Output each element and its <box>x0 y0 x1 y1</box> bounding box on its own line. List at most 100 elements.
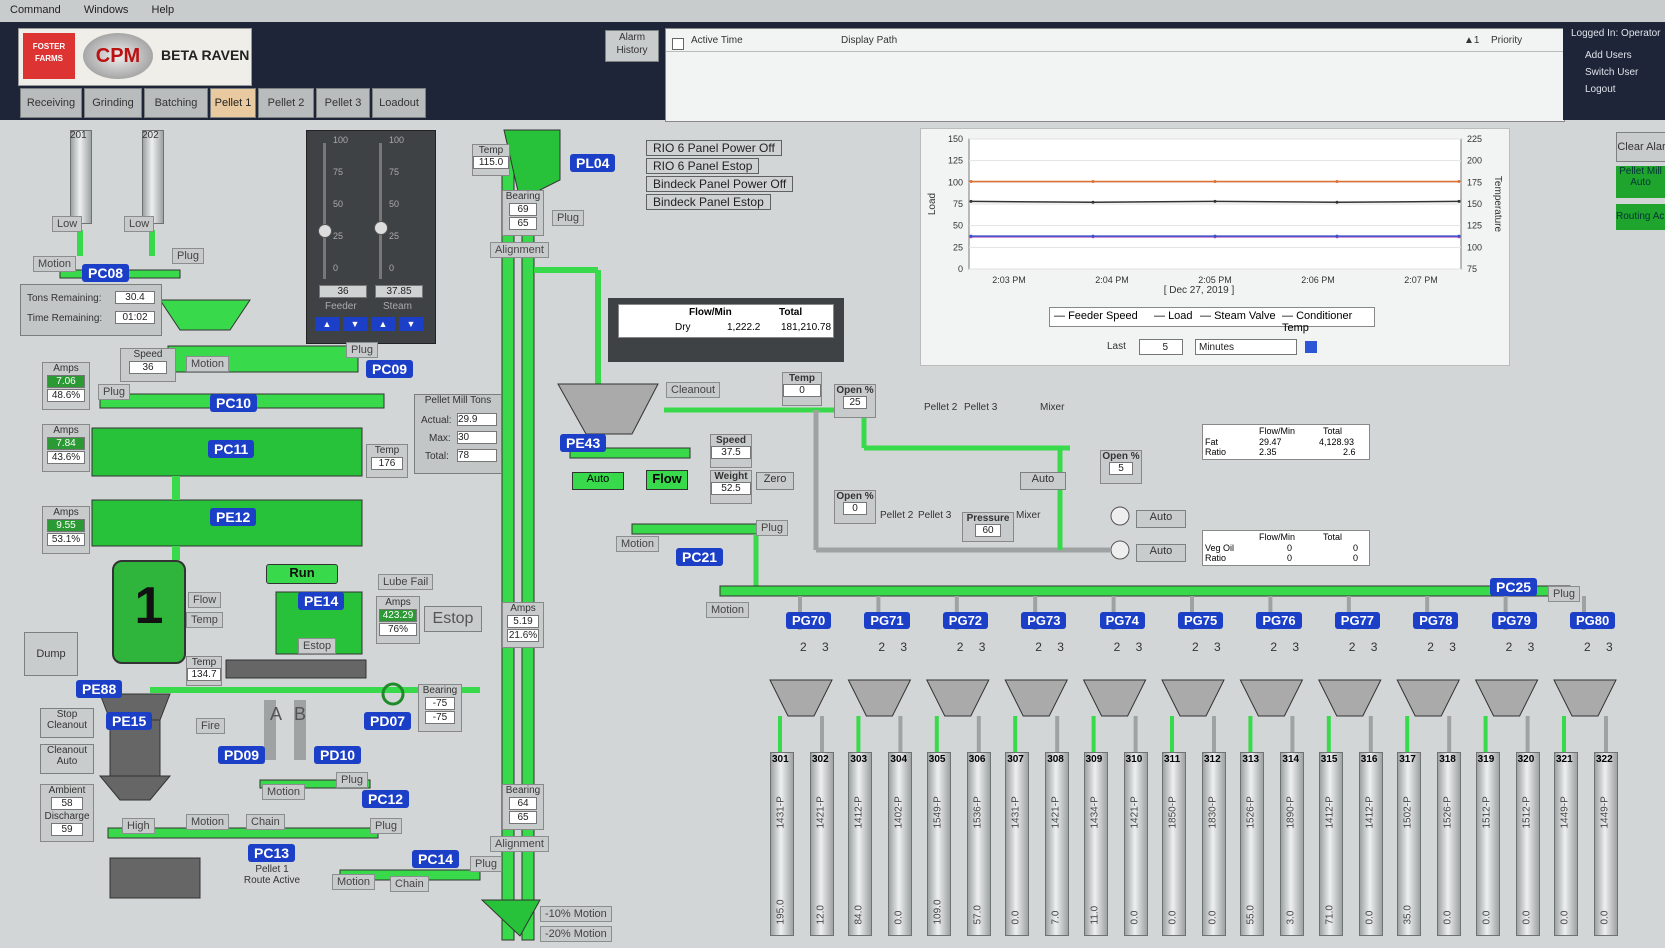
gate-3-label: 3 <box>978 640 986 654</box>
fat-col-flow: Flow/Min <box>1259 426 1296 436</box>
fat-flow-value: 29.47 <box>1259 437 1282 447</box>
dry-flow-col-total: Total <box>779 307 803 318</box>
elevator-temp-box: Temp 115.0 <box>472 144 510 176</box>
data-point <box>1335 234 1339 238</box>
silo-number: 321 <box>1556 754 1573 765</box>
feeder-slider-knob[interactable] <box>318 224 332 239</box>
gate-3-label: 3 <box>1449 640 1456 654</box>
bin-tag-pg73[interactable]: PG73 <box>1021 612 1067 629</box>
pc12-tag[interactable]: PC12 <box>362 790 410 808</box>
data-point <box>1091 200 1095 204</box>
bin-hopper-1 <box>847 679 912 717</box>
pd10-tag[interactable]: PD10 <box>314 746 362 764</box>
oil-pump2-auto-button[interactable]: Auto <box>1136 544 1186 562</box>
silo-product: 1526-P <box>1442 796 1454 829</box>
pc13-tag[interactable]: PC13 <box>248 844 296 862</box>
bin-tag-pg80[interactable]: PG80 <box>1570 612 1616 629</box>
pe14-tag[interactable]: PE14 <box>298 592 345 610</box>
fat-ratio-flow: 2.35 <box>1259 447 1277 457</box>
oil-pressure-box: Pressure 60 <box>962 512 1014 542</box>
bin-tag-pg71[interactable]: PG71 <box>864 612 910 629</box>
feeder-slider-track[interactable] <box>323 143 326 279</box>
y-left-tick: 0 <box>958 264 963 274</box>
pl04-tag[interactable]: PL04 <box>570 154 616 172</box>
silo-product: 1431-P <box>1010 796 1022 829</box>
steam-up-button[interactable]: ▲ <box>371 317 395 331</box>
pc10-tag[interactable]: PC10 <box>210 394 258 412</box>
pc11-tag[interactable]: PC11 <box>208 440 255 458</box>
tons-max-value: 30 <box>457 431 497 444</box>
silo-number: 320 <box>1517 754 1535 765</box>
steam-slider-track[interactable] <box>379 143 382 279</box>
silo-number: 316 <box>1360 754 1378 765</box>
pe12-amps-box: Amps 9.55 53.1% <box>42 506 90 554</box>
fat-auto-button[interactable]: Auto <box>1020 472 1066 490</box>
dry-flow-panel: Flow/Min Total Dry 1,222.2 181,210.78 <box>608 298 844 362</box>
stop-cleanout-button[interactable]: Stop Cleanout <box>40 708 94 738</box>
trend-units-select[interactable]: Minutes <box>1195 339 1297 355</box>
pd07-bearing-label: Bearing <box>422 685 458 696</box>
bin-tag-pg75[interactable]: PG75 <box>1178 612 1224 629</box>
cleanout-auto-button[interactable]: Cleanout Auto <box>40 744 94 774</box>
pc09-plug: Plug <box>346 342 379 358</box>
oil-pump1-auto-button[interactable]: Auto <box>1136 510 1186 528</box>
silo-product: 1412-P <box>1364 796 1376 829</box>
pe15-tag[interactable]: PE15 <box>106 712 153 730</box>
estop-button[interactable]: Estop <box>424 606 482 632</box>
pause-icon[interactable] <box>1305 341 1317 353</box>
pe43-tag[interactable]: PE43 <box>560 434 607 452</box>
data-point <box>1457 199 1461 203</box>
pe43-speed-value: 37.5 <box>711 446 751 459</box>
bin-tag-pg76[interactable]: PG76 <box>1256 612 1302 629</box>
ambient-label: Ambient <box>48 785 86 796</box>
pc14-plug: Plug <box>470 856 503 872</box>
pellet-mill-amps-box: Amps 423.29 76% <box>376 596 420 644</box>
trend-chart[interactable]: 1501251007550250225200175150125100752:03… <box>921 129 1509 365</box>
trend-last-input[interactable]: 5 <box>1139 339 1183 355</box>
pd07-tag[interactable]: PD07 <box>364 712 412 730</box>
pc11-temp-box: Temp 176 <box>366 444 408 478</box>
bin-202[interactable] <box>142 130 164 224</box>
oil-open-box: Open % 0 <box>834 490 876 524</box>
bin-tag-pg74[interactable]: PG74 <box>1099 612 1145 629</box>
bin-tag-pg77[interactable]: PG77 <box>1334 612 1381 629</box>
oil-pump-2-icon <box>1110 540 1130 560</box>
pc21-tag[interactable]: PC21 <box>676 548 724 566</box>
bin-tag-pg72[interactable]: PG72 <box>942 612 989 629</box>
dump-button[interactable]: Dump <box>24 632 78 676</box>
tons-total-label: Total: <box>425 451 449 462</box>
pellet-mill-body[interactable]: 1 <box>112 560 186 664</box>
pc09-tag[interactable]: PC09 <box>366 360 414 378</box>
steam-down-button[interactable]: ▼ <box>399 317 423 331</box>
tons-max-label: Max: <box>429 433 451 444</box>
steam-slider-knob[interactable] <box>374 221 388 236</box>
bin-tag-pg79[interactable]: PG79 <box>1491 612 1537 629</box>
gate-2-label: 2 <box>1270 640 1278 654</box>
feeder-down-button[interactable]: ▼ <box>343 317 367 331</box>
pe43-auto-button[interactable]: Auto <box>572 472 624 490</box>
time-remaining-label: Time Remaining: <box>27 313 103 324</box>
elevator-top-bearing-1: 69 <box>509 203 537 216</box>
bin-tag-pg70[interactable]: PG70 <box>786 612 832 629</box>
oil-pressure-value: 60 <box>975 524 1001 537</box>
feeder-up-button[interactable]: ▲ <box>315 317 339 331</box>
pe12-tag[interactable]: PE12 <box>210 508 257 526</box>
fat-pellet2-label: Pellet 2 <box>924 402 958 413</box>
slider-scale-tick: 50 <box>333 199 344 209</box>
silo-reading: 195.0 <box>775 899 787 925</box>
pe88-tag[interactable]: PE88 <box>76 680 123 698</box>
pc25-tag[interactable]: PC25 <box>1490 578 1538 596</box>
data-point <box>1457 234 1461 238</box>
pc08-tag[interactable]: PC08 <box>82 264 130 282</box>
bin-hopper-5 <box>1161 679 1225 717</box>
pd09-tag[interactable]: PD09 <box>218 746 266 764</box>
silo-number: 304 <box>890 754 908 765</box>
zero-button[interactable]: Zero <box>756 472 794 490</box>
pc14-tag[interactable]: PC14 <box>412 850 460 868</box>
elevator-top-bearing-box: Bearing 69 65 <box>502 190 544 236</box>
bin-tag-pg78[interactable]: PG78 <box>1413 612 1459 629</box>
bin-202-body <box>142 130 164 224</box>
fat-total-value: 4,128.93 <box>1319 437 1355 447</box>
pellet-mill-run-status[interactable]: Run <box>266 564 338 584</box>
legend-load: — Load <box>1154 310 1193 322</box>
